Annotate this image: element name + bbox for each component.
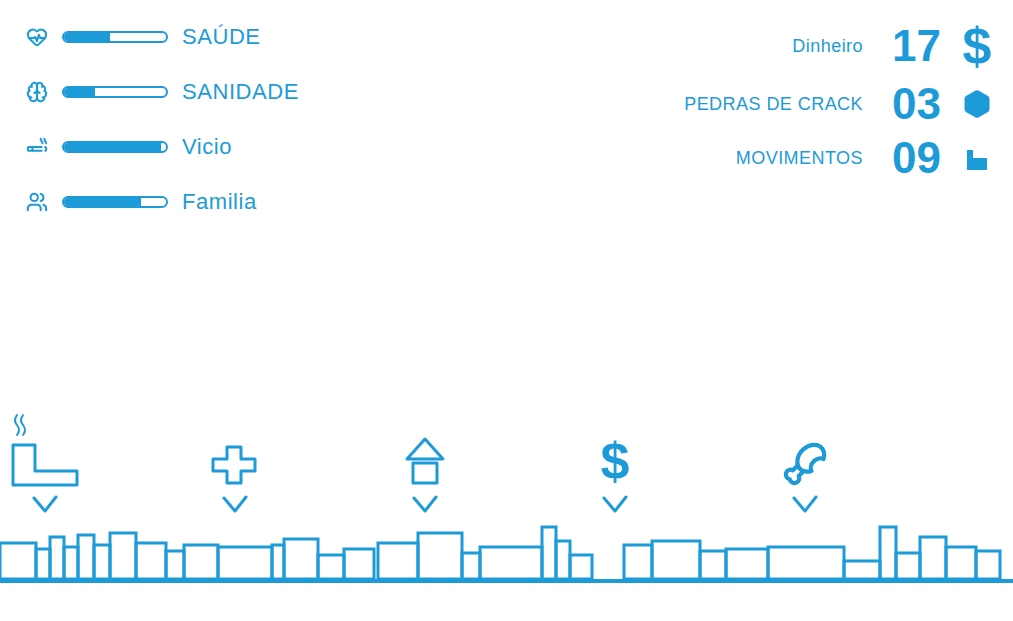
- pipe-icon: [7, 411, 83, 487]
- location[interactable]: [765, 441, 845, 515]
- house-icon: [403, 435, 447, 487]
- brain-icon: [26, 81, 48, 103]
- stat-bar: [62, 141, 168, 153]
- resource-value: 09: [879, 136, 941, 180]
- stat-row: SANIDADE: [26, 75, 299, 108]
- stat-row: Familia: [26, 185, 299, 218]
- stat-bar-fill: [64, 33, 110, 41]
- stat-bar-fill: [64, 88, 95, 96]
- resource-label: Dinheiro: [792, 33, 863, 60]
- dollar-sign: $: [957, 20, 997, 72]
- check-icon: [791, 493, 819, 515]
- food-icon: [782, 441, 828, 487]
- resource-label: PEDRAS DE CRACK: [684, 91, 863, 118]
- resource-label: MOVIMENTOS: [736, 145, 863, 172]
- location[interactable]: [385, 435, 465, 515]
- hospital-cross-icon: [209, 443, 261, 487]
- location[interactable]: $: [575, 435, 655, 515]
- stat-label: SANIDADE: [182, 75, 299, 108]
- cigarette-icon: [26, 136, 48, 158]
- resource-value: 17: [879, 24, 941, 68]
- stat-bar-fill: [64, 198, 141, 206]
- stat-row: Vicio: [26, 130, 299, 163]
- check-icon: [31, 493, 59, 515]
- resource-value: 03: [879, 82, 941, 126]
- stats-panel: SAÚDE SANIDADE Vicio Familia: [26, 20, 299, 218]
- family-icon: [26, 191, 48, 213]
- stat-label: Familia: [182, 185, 257, 218]
- resource-row: PEDRAS DE CRACK 03: [684, 82, 997, 126]
- check-icon: [411, 493, 439, 515]
- resources-panel: Dinheiro 17 $ PEDRAS DE CRACK 03 MOVIMENTOS 09: [684, 20, 997, 218]
- health-icon: [26, 26, 48, 48]
- stat-label: Vicio: [182, 130, 232, 163]
- bank-dollar: $: [601, 435, 630, 487]
- city-skyline: [0, 523, 1013, 593]
- location[interactable]: [195, 443, 275, 515]
- stat-row: SAÚDE: [26, 20, 299, 53]
- resource-row: Dinheiro 17 $: [792, 20, 997, 72]
- locations-row: $: [0, 411, 1013, 515]
- location[interactable]: [5, 411, 85, 515]
- game-screen: SAÚDE SANIDADE Vicio Familia Dinheiro 17 $ PEDR…: [0, 0, 1013, 621]
- check-icon: [221, 493, 249, 515]
- stat-bar-fill: [64, 143, 161, 151]
- stat-label: SAÚDE: [182, 20, 261, 53]
- stat-bar: [62, 196, 168, 208]
- resource-row: MOVIMENTOS 09: [736, 136, 997, 180]
- hud: SAÚDE SANIDADE Vicio Familia Dinheiro 17 $ PEDR…: [0, 0, 1013, 218]
- stat-bar: [62, 31, 168, 43]
- stat-bar: [62, 86, 168, 98]
- moves-icon: [963, 144, 991, 172]
- check-icon: [601, 493, 629, 515]
- crack-rock-icon: [962, 89, 992, 119]
